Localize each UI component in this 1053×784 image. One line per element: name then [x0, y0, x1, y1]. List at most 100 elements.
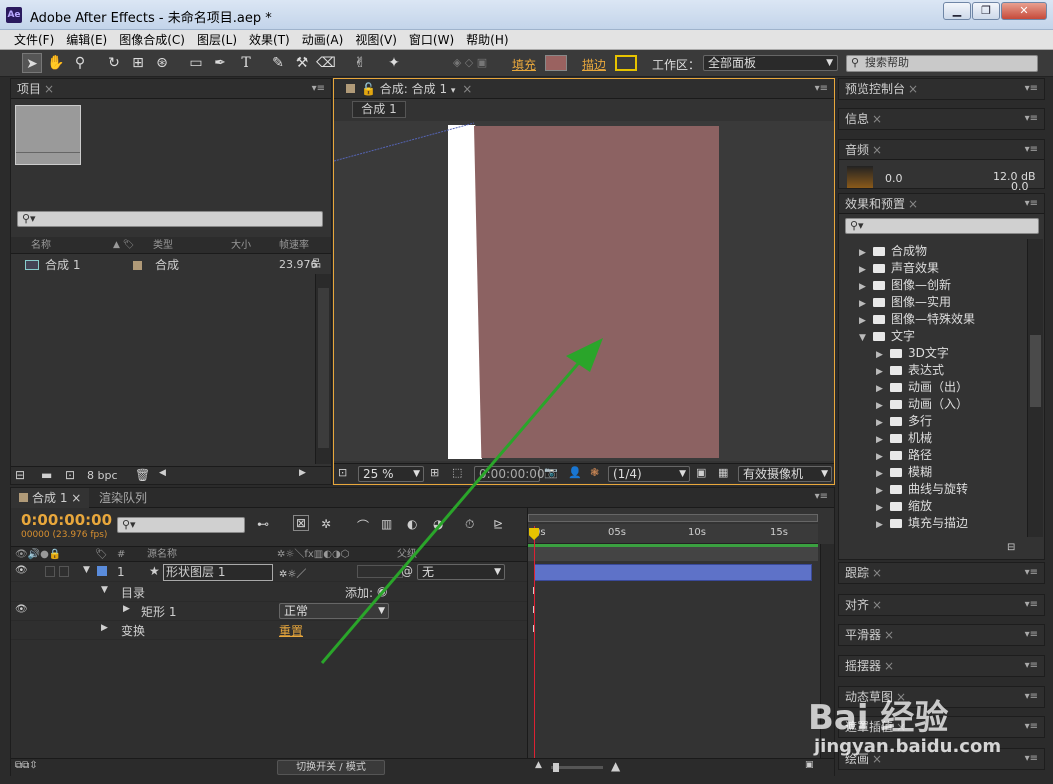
zoom-in-icon[interactable]: ▲: [611, 759, 620, 773]
menu-edit[interactable]: 编辑(E): [60, 30, 113, 50]
zoom-slider[interactable]: [551, 763, 603, 772]
transform-row[interactable]: ▶ 变换 重置: [11, 621, 527, 640]
effects-tree-item[interactable]: ▶ 3D文字: [839, 345, 1029, 362]
pen-tool-icon[interactable]: ✒: [210, 53, 230, 73]
menu-effect[interactable]: 效果(T): [243, 30, 296, 50]
source-name-header[interactable]: 源名称: [147, 547, 177, 563]
collapse-triangle-icon[interactable]: ▶: [876, 517, 890, 534]
viewer-timecode[interactable]: 0:00:00:00: [474, 466, 545, 482]
col-name[interactable]: 名称: [31, 237, 51, 254]
zoom-out-icon[interactable]: ▲: [535, 760, 542, 770]
motion-blur-icon[interactable]: ◐: [407, 517, 417, 531]
motion-sketch-tab[interactable]: 动态草图 × ▾≡: [839, 687, 1044, 707]
always-preview-icon[interactable]: ⊡: [338, 466, 347, 479]
stroke-label[interactable]: 描边: [582, 56, 606, 73]
fill-color-swatch[interactable]: [545, 55, 567, 71]
layer-switch-boxes[interactable]: [357, 565, 403, 578]
bpc-label[interactable]: 8 bpc: [87, 469, 118, 482]
text-tool-icon[interactable]: T: [236, 53, 256, 73]
timeline-search-input[interactable]: ⚲▾: [117, 517, 245, 533]
time-ruler[interactable]: 0s 05s 10s 15s: [528, 524, 818, 544]
new-preset-icon[interactable]: ⊟: [1007, 542, 1015, 553]
stroke-color-swatch[interactable]: [615, 55, 637, 71]
effects-tree-item[interactable]: ▶ 路径: [839, 447, 1029, 464]
menu-animation[interactable]: 动画(A): [296, 30, 350, 50]
graph-editor-icon[interactable]: ⊵: [493, 517, 503, 531]
smoother-tab[interactable]: 平滑器 × ▾≡: [839, 625, 1044, 645]
safe-zones-icon[interactable]: ⊞: [430, 466, 439, 479]
channel-icon[interactable]: ❃: [590, 466, 599, 479]
parent-header[interactable]: 父级: [397, 547, 417, 563]
menu-help[interactable]: 帮助(H): [460, 30, 514, 50]
layer-name-field[interactable]: 形状图层 1: [163, 564, 273, 581]
effects-tree-item[interactable]: ▶ 声音效果: [839, 260, 1029, 277]
rectangle-tool-icon[interactable]: ▭: [186, 53, 206, 73]
effects-tree-item[interactable]: ▶ 曲线与旋转: [839, 481, 1029, 498]
effects-tree-item[interactable]: ▶ 多行: [839, 413, 1029, 430]
scroll-end-icon[interactable]: ▣: [805, 760, 814, 770]
expand-switches-icons[interactable]: ⧉⧉⇳: [15, 760, 38, 771]
live-update-icon[interactable]: ⊠: [293, 515, 310, 531]
col-fps[interactable]: 帧速率: [279, 237, 309, 254]
effects-tree-item[interactable]: ▶ 合成物: [839, 243, 1029, 260]
solo-checkbox[interactable]: [45, 566, 55, 577]
camera-dropdown[interactable]: 有效摄像机 ▼: [738, 466, 832, 482]
scroll-right-icon[interactable]: ▶: [299, 468, 306, 478]
effects-tree-item[interactable]: ▶ 表达式: [839, 362, 1029, 379]
paint-tab[interactable]: 绘画 × ▾≡: [839, 749, 1044, 769]
transparency-grid-icon[interactable]: ▦: [718, 466, 728, 479]
region-of-interest-icon[interactable]: ▣: [696, 466, 706, 479]
effects-tree-item[interactable]: ▶ 图像—特殊效果: [839, 311, 1029, 328]
effects-tree-item[interactable]: ▶ 动画（出）: [839, 379, 1029, 396]
parent-dropdown[interactable]: 无 ▼: [417, 564, 505, 580]
new-folder-icon[interactable]: ▬: [41, 468, 52, 482]
trash-icon[interactable]: 🗑: [135, 468, 150, 482]
blend-mode-dropdown[interactable]: 正常 ▼: [279, 603, 389, 619]
comp-mini-flowchart-icon[interactable]: ⊷: [257, 517, 269, 531]
timeline-timecode[interactable]: 0:00:00:00: [21, 511, 112, 529]
zoom-tool-icon[interactable]: ⚲: [70, 53, 90, 73]
add-label[interactable]: 添加:: [345, 584, 373, 601]
current-time-indicator[interactable]: [534, 526, 535, 758]
align-tab[interactable]: 对齐 × ▾≡: [839, 595, 1044, 615]
project-item-row[interactable]: 合成 1 合成 23.976 品: [11, 256, 321, 274]
wiggler-tab[interactable]: 摇摆器 × ▾≡: [839, 656, 1044, 676]
menu-window[interactable]: 窗口(W): [403, 30, 460, 50]
effects-tree-item[interactable]: ▶ 图像—实用: [839, 294, 1029, 311]
new-composition-icon[interactable]: ⊡: [65, 468, 75, 482]
effects-tree-item[interactable]: ▼ 文字: [839, 328, 1029, 345]
composition-tab[interactable]: 🔓 合成: 合成 1 ▾ × ▾≡: [334, 79, 834, 99]
effects-scrollbar[interactable]: [1027, 239, 1043, 537]
col-size[interactable]: 大小: [231, 237, 251, 254]
hide-shy-icon[interactable]: ⌒: [357, 517, 369, 534]
frame-blending-icon[interactable]: ▥: [381, 517, 392, 531]
expand-triangle-icon[interactable]: ▼: [101, 585, 108, 595]
eye-icon[interactable]: 👁: [15, 565, 28, 576]
time-graph[interactable]: 0s 05s 10s 15s I I I: [527, 508, 834, 758]
clone-stamp-tool-icon[interactable]: ⚒: [292, 53, 312, 73]
fill-label[interactable]: 填充: [512, 56, 536, 73]
scroll-left-icon[interactable]: ◀: [159, 468, 166, 478]
effects-search-input[interactable]: ⚲▾: [845, 218, 1039, 234]
workspace-dropdown[interactable]: 全部面板 ▼: [703, 55, 838, 71]
stopwatch-icon[interactable]: ⏱: [465, 517, 474, 532]
effects-tree-item[interactable]: ▶ 机械: [839, 430, 1029, 447]
pick-whip-icon[interactable]: @: [401, 564, 413, 578]
pan-behind-tool-icon[interactable]: ⊛: [152, 53, 172, 73]
project-scrollbar[interactable]: [315, 274, 331, 464]
project-search-input[interactable]: ⚲▾: [17, 211, 323, 227]
draft-3d-icon[interactable]: ✲: [321, 517, 331, 531]
project-tab[interactable]: 项目 × ▾≡: [11, 79, 331, 99]
composition-canvas[interactable]: [334, 121, 834, 461]
snapshot-camera-icon[interactable]: 📷: [544, 466, 558, 479]
menu-composition[interactable]: 图像合成(C): [113, 30, 191, 50]
eye-icon[interactable]: 👁: [15, 604, 28, 615]
puppet-tool-icon[interactable]: ✦: [384, 53, 404, 73]
collapse-triangle-icon[interactable]: ▶: [123, 604, 130, 614]
render-queue-tab[interactable]: 渲染队列: [95, 488, 147, 508]
effects-tree-item[interactable]: ▶ 缩放: [839, 498, 1029, 515]
brush-tool-icon[interactable]: ✎: [268, 53, 288, 73]
timeline-comp-tab[interactable]: 合成 1 ×: [11, 488, 89, 508]
effects-tree-item[interactable]: ▶ 动画（入）: [839, 396, 1029, 413]
timeline-scrollbar[interactable]: [820, 544, 834, 758]
